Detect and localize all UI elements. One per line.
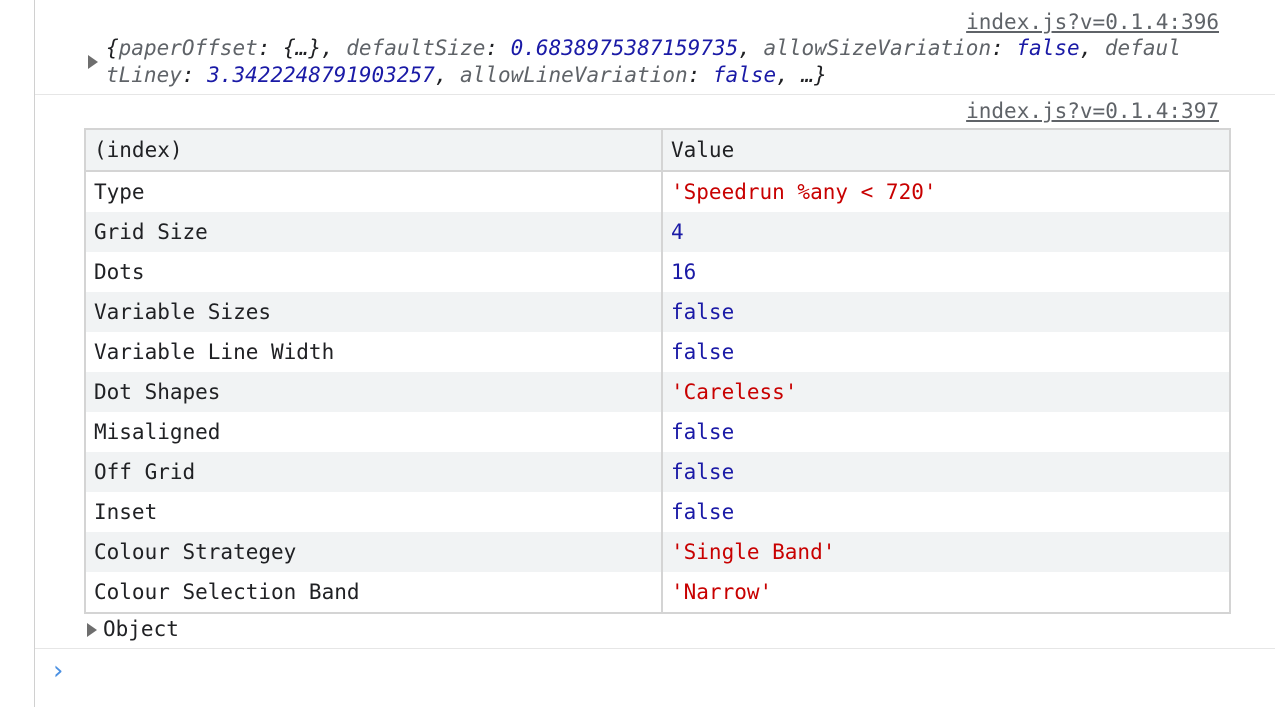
object-expander[interactable]: Object <box>87 615 179 643</box>
table-row: Dot Shapes 'Careless' <box>84 372 1231 412</box>
property-value: false <box>712 63 777 87</box>
table-cell-index: Variable Line Width <box>84 332 663 372</box>
source-link[interactable]: index.js?v=0.1.4:396 <box>966 10 1219 34</box>
table-row: Dots 16 <box>84 252 1231 292</box>
table-cell-value: 4 <box>661 212 1231 252</box>
property-key: allowLineVariation <box>460 63 688 87</box>
table-row: Inset false <box>84 492 1231 532</box>
table-cell-value: false <box>661 492 1231 532</box>
table-row: Colour Selection Band 'Narrow' <box>84 572 1231 614</box>
table-cell-index: Variable Sizes <box>84 292 663 332</box>
table-cell-index: Type <box>84 171 663 212</box>
table-row: Type 'Speedrun %any < 720' <box>84 171 1231 212</box>
table-cell-index: Colour Strategey <box>84 532 663 572</box>
column-header-index[interactable]: (index) <box>84 128 663 172</box>
console-message-table: index.js?v=0.1.4:397 (index) Value Type '… <box>35 95 1275 649</box>
table-cell-value: 'Narrow' <box>661 572 1231 614</box>
property-key: paperOffset <box>118 36 258 60</box>
table-cell-index: Grid Size <box>84 212 663 252</box>
table-cell-index: Dot Shapes <box>84 372 663 412</box>
property-value: {…} <box>283 36 321 60</box>
table-cell-index: Dots <box>84 252 663 292</box>
console-table: (index) Value Type 'Speedrun %any < 720' G… <box>84 128 1231 614</box>
property-value: false <box>1016 36 1080 60</box>
table-cell-value: false <box>661 332 1231 372</box>
property-value: 3.3422248791903257 <box>207 63 435 87</box>
table-cell-value: false <box>661 292 1231 332</box>
source-link[interactable]: index.js?v=0.1.4:397 <box>966 99 1219 123</box>
table-row: Off Grid false <box>84 452 1231 492</box>
table-cell-value: false <box>661 412 1231 452</box>
table-row: Grid Size 4 <box>84 212 1231 252</box>
table-cell-value: 'Speedrun %any < 720' <box>661 171 1231 212</box>
table-row: Misaligned false <box>84 412 1231 452</box>
table-cell-index: Off Grid <box>84 452 663 492</box>
ellipsis: … <box>801 63 815 87</box>
table-cell-value: 16 <box>661 252 1231 292</box>
table-cell-index: Inset <box>84 492 663 532</box>
console-message-object: index.js?v=0.1.4:396 {paperOffset: {…}, … <box>35 0 1275 95</box>
expand-triangle-icon[interactable] <box>88 55 98 69</box>
property-key: defaultSize <box>346 36 486 60</box>
property-key: allowSizeVariation <box>763 36 992 60</box>
table-row: Colour Strategey 'Single Band' <box>84 532 1231 572</box>
table-cell-value: false <box>661 452 1231 492</box>
devtools-console: index.js?v=0.1.4:396 {paperOffset: {…}, … <box>34 0 1275 707</box>
console-prompt-chevron-icon[interactable]: › <box>53 656 63 686</box>
property-key: tLiney <box>106 63 182 87</box>
table-cell-index: Colour Selection Band <box>84 572 663 614</box>
property-key: defaul <box>1104 36 1181 60</box>
property-value: 0.6838975387159735 <box>510 36 739 60</box>
table-row: Variable Sizes false <box>84 292 1231 332</box>
object-preview[interactable]: {paperOffset: {…}, defaultSize: 0.683897… <box>106 35 1236 89</box>
table-cell-value: 'Single Band' <box>661 532 1231 572</box>
column-header-value[interactable]: Value <box>661 128 1231 172</box>
table-row: Variable Line Width false <box>84 332 1231 372</box>
table-cell-value: 'Careless' <box>661 372 1231 412</box>
object-label: Object <box>103 617 179 641</box>
expand-triangle-icon[interactable] <box>87 623 97 637</box>
table-header-row: (index) Value <box>84 128 1231 172</box>
table-cell-index: Misaligned <box>84 412 663 452</box>
